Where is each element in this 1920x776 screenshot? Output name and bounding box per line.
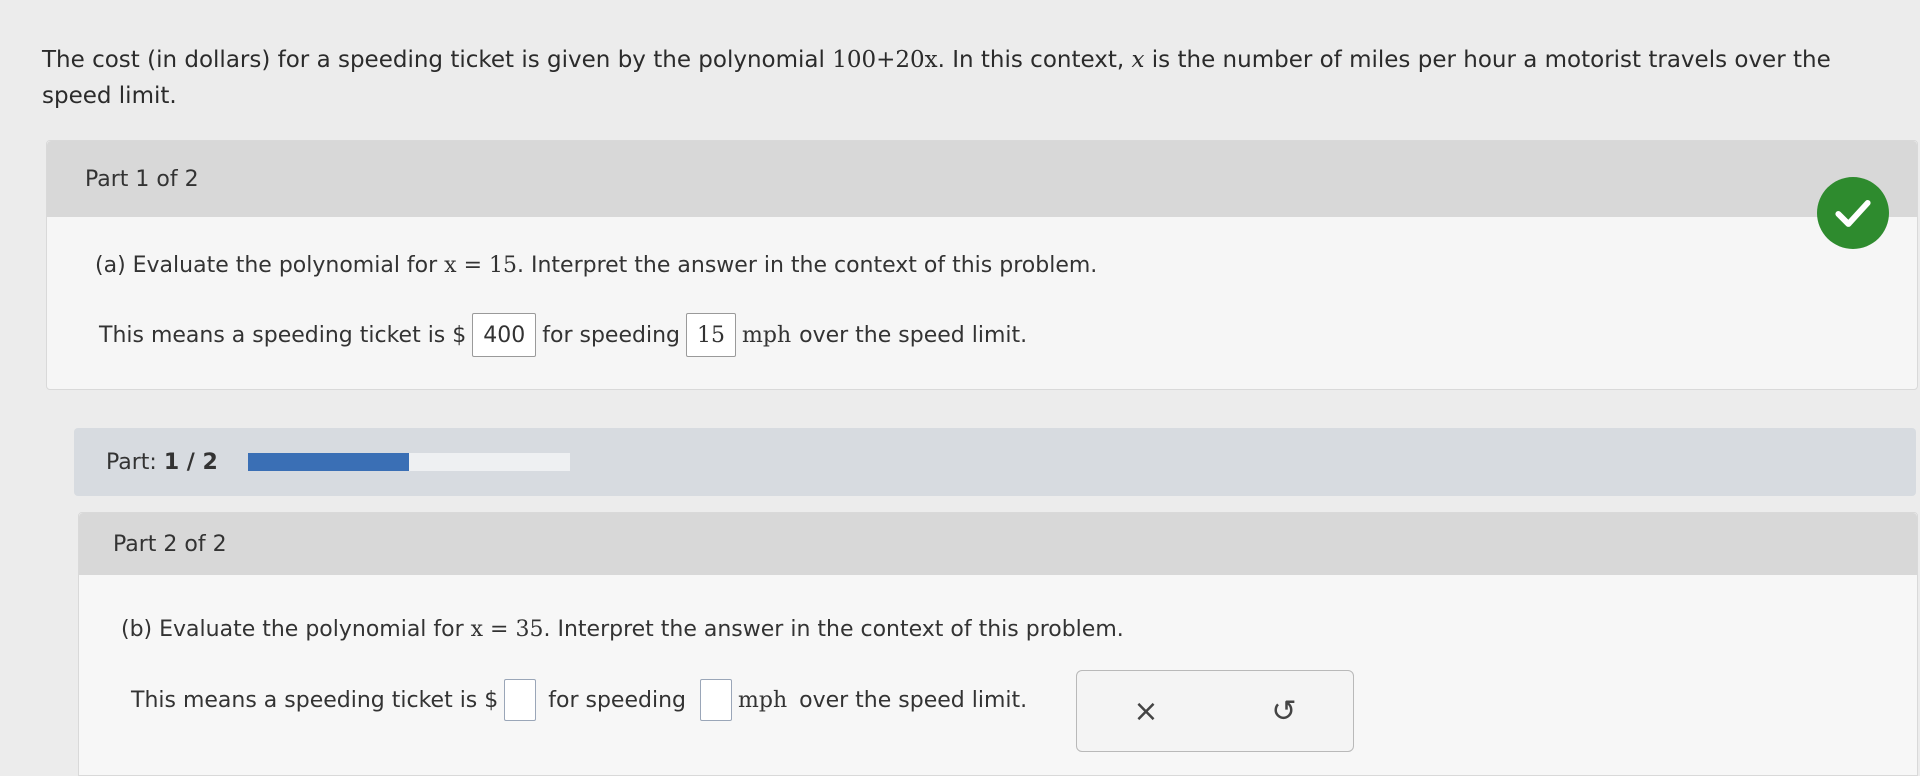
variable-x: x (1131, 47, 1145, 73)
part-1-answer-line: This means a speeding ticket is $ 400 fo… (99, 313, 1027, 357)
part-1-question-suffix: . Interpret the answer in the context of… (517, 253, 1098, 278)
part-2-question-suffix: . Interpret the answer in the context of… (543, 617, 1124, 642)
clear-icon[interactable]: × (1133, 694, 1158, 729)
progress-row: Part: 1 / 2 (74, 428, 1916, 496)
part-2-answer-suffix: over the speed limit. (799, 687, 1028, 713)
undo-icon[interactable]: ↺ (1271, 694, 1296, 729)
part-2-speed-input[interactable] (700, 679, 732, 721)
part-2-question-eq: x = 35 (470, 617, 544, 642)
part-2-question: (b) Evaluate the polynomial for x = 35. … (121, 617, 1124, 642)
part-1-answer-suffix: over the speed limit. (799, 322, 1028, 348)
progress-label-text: Part: (106, 449, 157, 475)
part-1-question-eq: x = 15 (444, 253, 517, 278)
progress-bar-fill (247, 453, 409, 471)
part-2-panel: Part 2 of 2 (b) Evaluate the polynomial … (78, 512, 1918, 776)
problem-statement: The cost (in dollars) for a speeding tic… (42, 42, 1872, 114)
part-1-question-prefix: (a) Evaluate the polynomial for (95, 253, 445, 278)
progress-label: Part: 1 / 2 (106, 450, 218, 475)
part-2-title: Part 2 of 2 (113, 531, 227, 557)
part-1-cost-answer: 400 (472, 313, 537, 357)
part-1-question: (a) Evaluate the polynomial for x = 15. … (95, 253, 1097, 278)
progress-value: 1 / 2 (163, 449, 218, 475)
part-2-header[interactable]: Part 2 of 2 (79, 513, 1917, 575)
part-2-unit: mph (738, 687, 788, 713)
part-1-panel: Part 1 of 2 (a) Evaluate the polynomial … (46, 140, 1918, 390)
problem-text-middle: . In this context, (937, 47, 1132, 73)
part-2-answer-line: This means a speeding ticket is $ for sp… (131, 679, 1027, 721)
part-2-question-prefix: (b) Evaluate the polynomial for (121, 617, 471, 642)
part-2-answer-prefix: This means a speeding ticket is $ (131, 687, 499, 713)
polynomial: 100+20x (832, 47, 938, 73)
part-2-answer-middle: for speeding (548, 687, 686, 713)
part-2-cost-input[interactable] (504, 679, 537, 721)
part-1-unit: mph (742, 322, 792, 348)
problem-text-before: The cost (in dollars) for a speeding tic… (42, 47, 833, 73)
part-1-title: Part 1 of 2 (85, 166, 199, 192)
correct-check-icon (1817, 177, 1889, 249)
answer-actions: × ↺ (1076, 670, 1354, 752)
part-1-header[interactable]: Part 1 of 2 (47, 141, 1917, 217)
progress-bar (247, 453, 570, 471)
part-1-answer-prefix: This means a speeding ticket is $ (99, 322, 467, 348)
part-1-answer-middle: for speeding (542, 322, 680, 348)
part-1-speed-answer: 15 (686, 313, 736, 357)
